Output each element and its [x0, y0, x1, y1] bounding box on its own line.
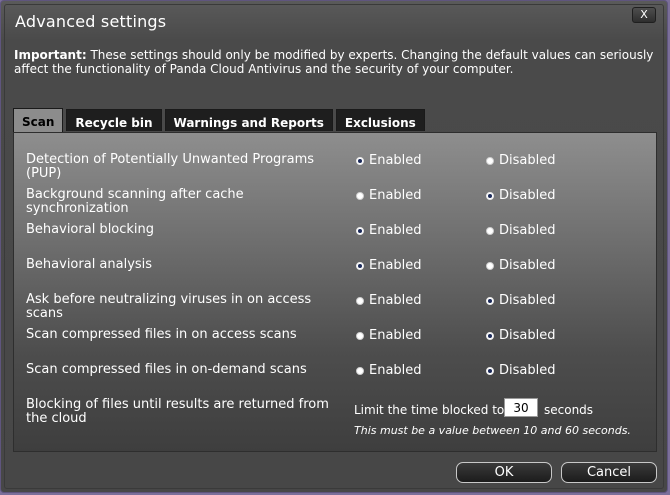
setting-label-ask-before-neutralizing: Ask before neutralizing viruses in on ac…	[26, 292, 312, 321]
seconds-label: seconds	[544, 403, 594, 417]
radio-dot-icon	[486, 331, 494, 340]
radio-compressed-on-access-enabled[interactable]: Enabled	[356, 328, 422, 343]
ok-button[interactable]: OK	[456, 462, 552, 483]
setting-label-behavioral-blocking: Behavioral blocking	[26, 222, 155, 237]
radio-label: Enabled	[369, 293, 422, 308]
tab-recycle-bin[interactable]: Recycle bin	[66, 109, 162, 131]
radio-label: Disabled	[499, 188, 556, 203]
radio-label: Enabled	[369, 188, 422, 203]
radio-dot-icon	[356, 191, 364, 200]
setting-label-blocking-files: Blocking of files until results are retu…	[26, 397, 329, 426]
radio-compressed-on-access-disabled[interactable]: Disabled	[486, 328, 555, 343]
setting-label-compressed-on-access: Scan compressed files in on access scans	[26, 327, 297, 342]
radio-label: Disabled	[499, 258, 556, 273]
notice-text: These settings should only be modified b…	[14, 48, 654, 76]
radio-label: Enabled	[369, 153, 422, 168]
scan-settings-panel: Detection of Potentially Unwanted Progra…	[13, 132, 657, 452]
radio-label: Enabled	[369, 328, 422, 343]
radio-dot-icon	[486, 226, 494, 235]
radio-label: Enabled	[369, 223, 422, 238]
radio-ask-before-neutralizing-enabled[interactable]: Enabled	[356, 293, 422, 308]
setting-label-background-scanning: Background scanning after cache synchron…	[26, 187, 244, 216]
advanced-settings-dialog: Advanced settings X Important: These set…	[0, 0, 668, 493]
radio-label: Disabled	[499, 363, 556, 378]
radio-dot-icon	[486, 366, 494, 375]
tab-exclusions[interactable]: Exclusions	[335, 109, 425, 131]
radio-behavioral-blocking-enabled[interactable]: Enabled	[356, 223, 422, 238]
radio-label: Enabled	[369, 258, 422, 273]
radio-pup-disabled[interactable]: Disabled	[486, 153, 555, 168]
radio-pup-enabled[interactable]: Enabled	[356, 153, 422, 168]
setting-label-compressed-on-demand: Scan compressed files in on-demand scans	[26, 362, 307, 377]
radio-dot-icon	[486, 296, 494, 305]
close-button[interactable]: X	[632, 7, 656, 23]
radio-ask-before-neutralizing-disabled[interactable]: Disabled	[486, 293, 555, 308]
radio-dot-icon	[356, 156, 364, 165]
radio-dot-icon	[356, 226, 364, 235]
radio-dot-icon	[356, 261, 364, 270]
range-hint: This must be a value between 10 and 60 s…	[354, 424, 631, 437]
limit-time-label: Limit the time blocked to	[354, 403, 505, 417]
blocked-time-input[interactable]	[504, 398, 538, 417]
dialog-title: Advanced settings	[15, 12, 167, 31]
radio-dot-icon	[486, 261, 494, 270]
important-notice: Important: These settings should only be…	[14, 48, 654, 76]
radio-behavioral-blocking-disabled[interactable]: Disabled	[486, 223, 555, 238]
radio-label: Disabled	[499, 223, 556, 238]
radio-dot-icon	[356, 331, 364, 340]
radio-behavioral-analysis-enabled[interactable]: Enabled	[356, 258, 422, 273]
notice-bold: Important:	[14, 48, 87, 62]
cancel-button[interactable]: Cancel	[561, 462, 657, 483]
radio-compressed-on-demand-enabled[interactable]: Enabled	[356, 363, 422, 378]
setting-label-behavioral-analysis: Behavioral analysis	[26, 257, 153, 272]
radio-label: Enabled	[369, 363, 422, 378]
radio-label: Disabled	[499, 293, 556, 308]
radio-label: Disabled	[499, 328, 556, 343]
radio-dot-icon	[486, 156, 494, 165]
tab-bar: Scan Recycle bin Warnings and Reports Ex…	[13, 108, 428, 132]
tab-warnings-and-reports[interactable]: Warnings and Reports	[164, 109, 333, 131]
radio-dot-icon	[356, 366, 364, 375]
radio-compressed-on-demand-disabled[interactable]: Disabled	[486, 363, 555, 378]
setting-label-pup: Detection of Potentially Unwanted Progra…	[26, 152, 315, 181]
radio-label: Disabled	[499, 153, 556, 168]
radio-behavioral-analysis-disabled[interactable]: Disabled	[486, 258, 555, 273]
radio-dot-icon	[356, 296, 364, 305]
radio-background-scanning-disabled[interactable]: Disabled	[486, 188, 555, 203]
radio-dot-icon	[486, 191, 494, 200]
tab-scan[interactable]: Scan	[13, 108, 64, 132]
radio-background-scanning-enabled[interactable]: Enabled	[356, 188, 422, 203]
